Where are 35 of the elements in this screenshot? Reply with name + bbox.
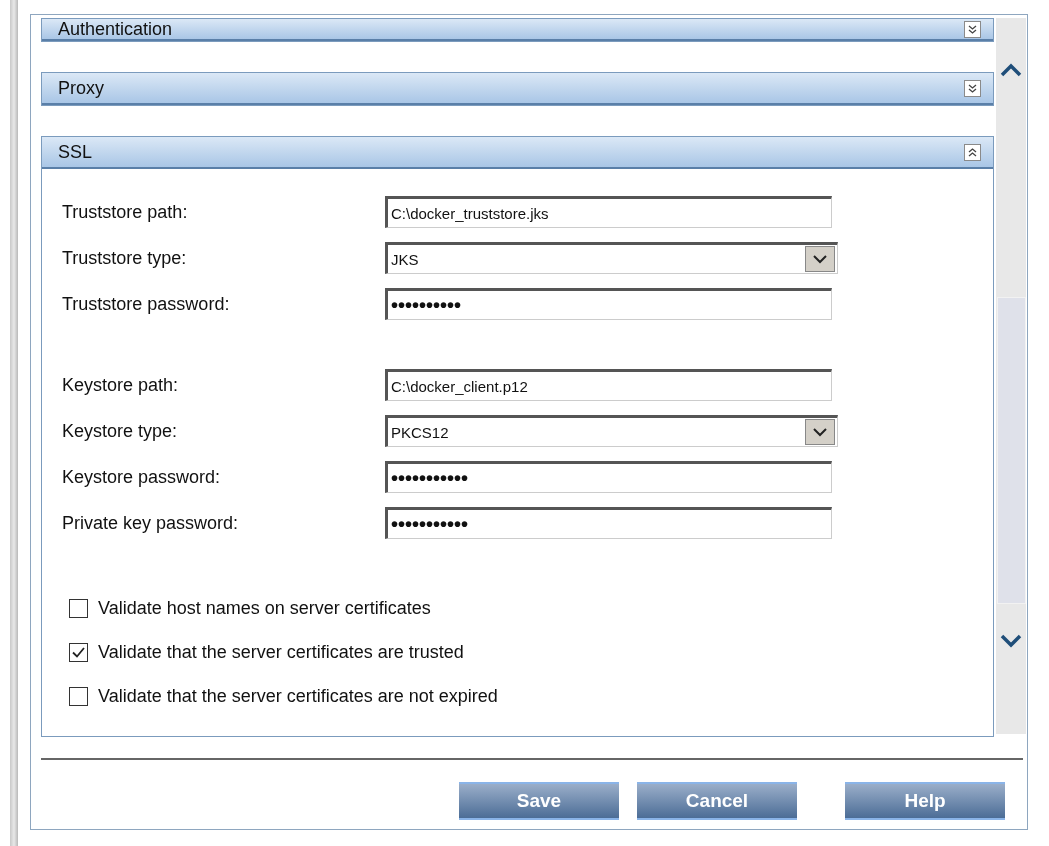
- checkbox[interactable]: [69, 686, 88, 706]
- expand-icon[interactable]: [964, 20, 981, 38]
- field-label: Keystore password:: [62, 466, 222, 488]
- scrollbar-thumb[interactable]: [996, 297, 1026, 604]
- section-header[interactable]: Authentication: [42, 19, 993, 41]
- password-field[interactable]: •••••••••••: [385, 461, 832, 493]
- checkbox-label: Validate that the server certificates are trusted: [98, 641, 464, 663]
- caret-icon[interactable]: [805, 419, 835, 445]
- checkbox-label: Validate host names on server certificates: [98, 597, 431, 619]
- section-header[interactable]: Proxy: [42, 73, 993, 105]
- field-label: Keystore path:: [62, 374, 180, 396]
- section-title: SSL: [58, 141, 93, 163]
- section-header[interactable]: SSL: [42, 137, 993, 169]
- checkbox[interactable]: [69, 642, 88, 662]
- scroll-up-icon[interactable]: [1000, 63, 1022, 77]
- input-field[interactable]: C:\docker_client.p12: [385, 369, 832, 401]
- field-label: Truststore type:: [62, 247, 188, 269]
- password-field[interactable]: ••••••••••: [385, 288, 832, 320]
- section-title: Proxy: [58, 77, 104, 99]
- collapse-icon[interactable]: [964, 143, 981, 161]
- expand-icon[interactable]: [964, 79, 981, 97]
- checkbox[interactable]: [69, 598, 88, 618]
- input-field[interactable]: C:\docker_truststore.jks: [385, 196, 832, 228]
- checkbox-label: Validate that the server certificates are not expired: [98, 685, 498, 707]
- dropdown[interactable]: JKS: [385, 242, 838, 274]
- field-label: Keystore type:: [62, 420, 179, 442]
- scroll-down-icon[interactable]: [1000, 634, 1022, 648]
- field-label: Private key password:: [62, 512, 240, 534]
- dropdown[interactable]: PKCS12: [385, 415, 838, 447]
- field-label: Truststore password:: [62, 293, 231, 315]
- field-label: Truststore path:: [62, 201, 189, 223]
- section-title: Authentication: [58, 18, 173, 40]
- password-field[interactable]: •••••••••••: [385, 507, 832, 539]
- scrollbar[interactable]: [996, 18, 1026, 734]
- caret-icon[interactable]: [805, 246, 835, 272]
